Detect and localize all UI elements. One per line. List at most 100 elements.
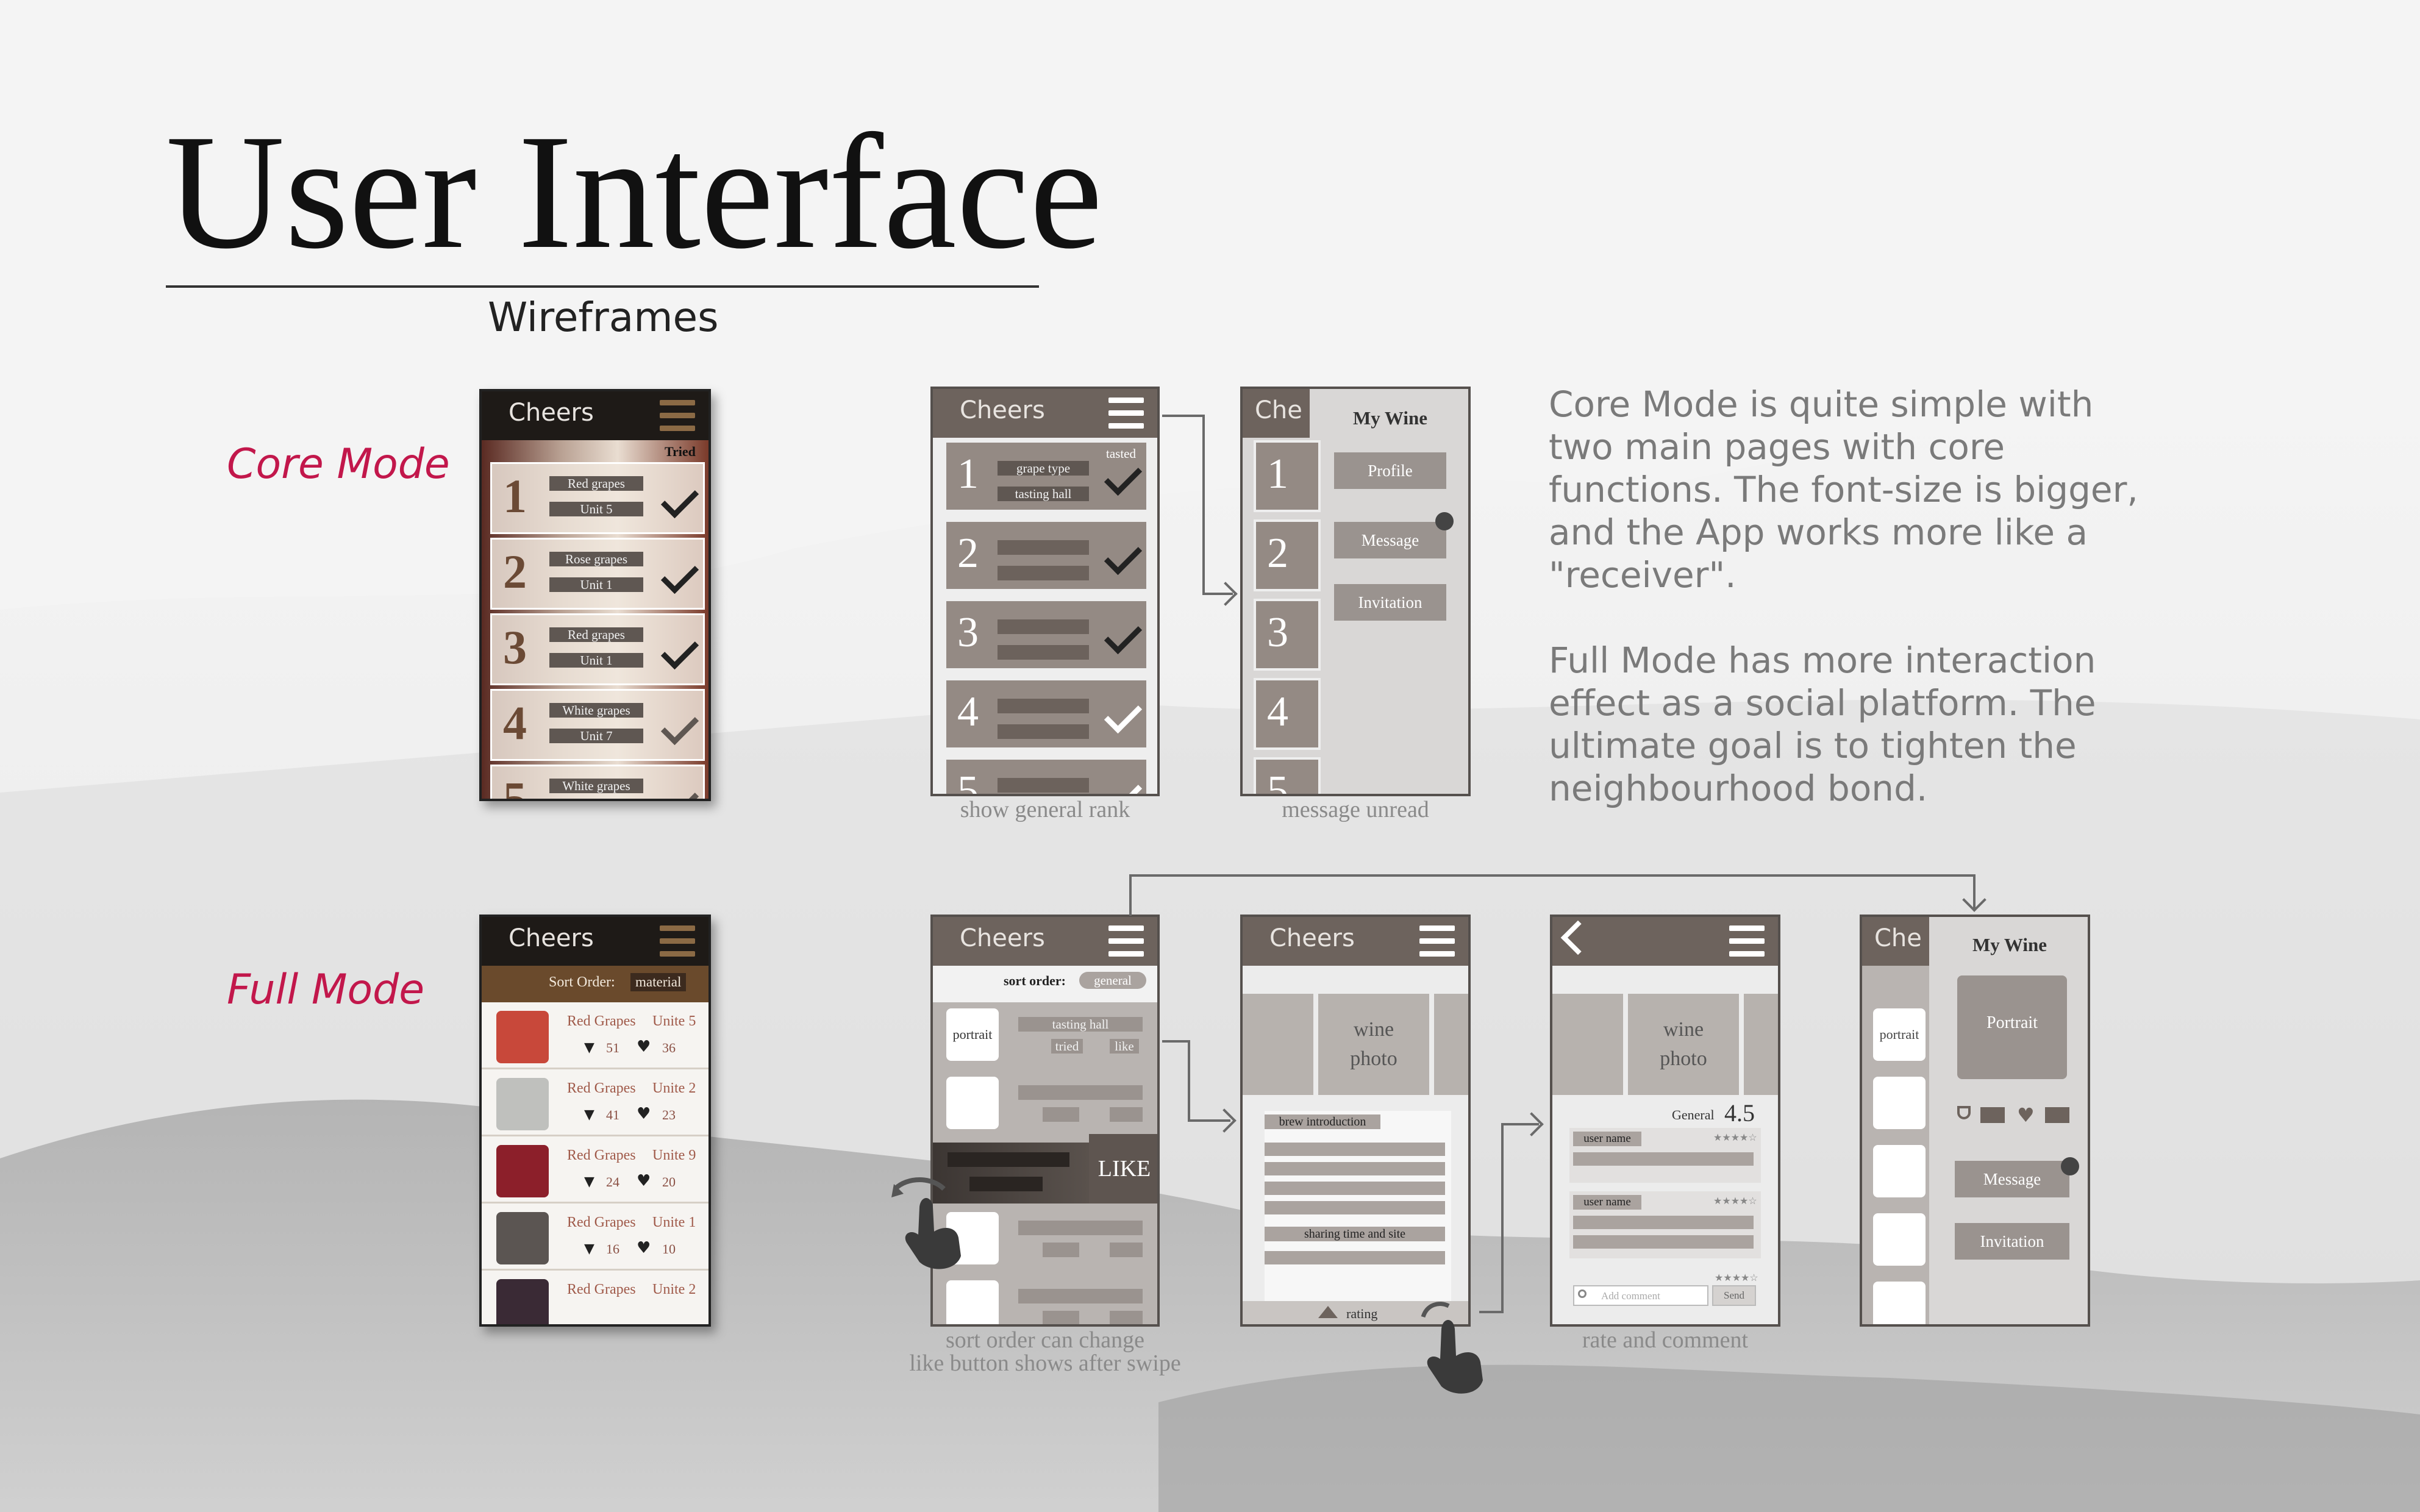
rank-row: 3 (1254, 599, 1321, 671)
my-wine-heading: My Wine (1972, 934, 2047, 955)
grape-label: Rose grapes (549, 552, 643, 566)
app-header (1552, 917, 1778, 966)
rank-number: 2 (503, 545, 527, 598)
rank-row[interactable]: 1 grape type tasting hall tasted (944, 440, 1149, 512)
like-button[interactable]: LIKE (1089, 1134, 1157, 1204)
rank-number: 2 (1267, 530, 1288, 577)
rank-row[interactable]: 3 Red grapes Unit 1 (490, 613, 705, 685)
text-line (1265, 1251, 1445, 1264)
like-count: 36 (662, 1040, 676, 1055)
check-icon (1104, 457, 1143, 496)
comment-caption: rate and comment (1582, 1327, 1749, 1353)
list-item[interactable]: Red Grapes Unite 2 ▼ 41 ♥ 23 (482, 1069, 709, 1136)
flow-arrow (1202, 415, 1205, 595)
rank-row[interactable]: 2 Rose grapes Unit 1 (490, 538, 705, 610)
menu-icon[interactable] (1729, 925, 1765, 957)
placeholder-bar (948, 1152, 1069, 1167)
rank-row: 1 (1254, 440, 1321, 512)
heart-icon: ♥ (2017, 1104, 2035, 1127)
placeholder-bar (1043, 1311, 1079, 1324)
grape-label: Red grapes (549, 627, 643, 642)
profile-wireframe: Che portrait My Wine Portrait ♥ Message … (1860, 915, 2090, 1327)
description-line: functions. The font-size is bigger, (1549, 469, 2138, 510)
avatar (496, 1078, 549, 1130)
stars-rating: ★★★★☆ (1713, 1195, 1757, 1207)
heart-icon[interactable]: ♥ (637, 1172, 651, 1190)
tried-label: Tried (665, 444, 696, 459)
heart-icon[interactable]: ♥ (637, 1105, 651, 1123)
rank-row[interactable]: 4 White grapes Unit 7 (490, 689, 705, 761)
portrait-thumb (1873, 1077, 1926, 1129)
flow-arrow (1129, 874, 1976, 877)
unit-label: Unite 9 (652, 1147, 696, 1163)
menu-icon[interactable] (1108, 925, 1144, 957)
rate-comment-wireframe: wine photo General 4.5 user name ★★★★☆ u… (1550, 915, 1780, 1327)
profile-button[interactable]: Profile (1334, 452, 1446, 489)
tasted-label: tasted (1106, 446, 1136, 461)
rank-row[interactable]: 5 White grapes (490, 765, 705, 799)
stat-bar (1980, 1107, 2005, 1123)
unit-label: Unit 7 (549, 729, 643, 743)
rank-row[interactable]: 3 (944, 599, 1149, 671)
grape-name: Red Grapes (567, 1282, 636, 1297)
app-header: Cheers (1243, 917, 1468, 966)
my-wine-heading: My Wine (1352, 407, 1427, 429)
menu-icon[interactable] (1419, 925, 1455, 957)
rank-number: 1 (957, 451, 979, 497)
sort-value[interactable]: general (1079, 972, 1146, 989)
message-button[interactable]: Message (1955, 1161, 2069, 1197)
grape-label: White grapes (549, 779, 643, 793)
side-menu: My Wine Profile Message Invitation (1310, 389, 1468, 794)
stars-input[interactable]: ★★★★☆ (1715, 1272, 1758, 1283)
wine-glass-icon: ▼ (584, 1241, 594, 1257)
menu-icon[interactable] (660, 400, 695, 432)
description-line: Full Mode has more interaction (1549, 640, 2096, 681)
message-button[interactable]: Message (1334, 522, 1446, 558)
tasting-hall-label: tasting hall (1018, 1017, 1143, 1032)
unit-label: Unit 1 (549, 653, 643, 668)
placeholder-bar (998, 645, 1089, 660)
placeholder-bar (1110, 1311, 1143, 1324)
list-item[interactable]: Red Grapes Unite 2 (482, 1271, 709, 1324)
core-mode-description: Core Mode is quite simple with two main … (1549, 383, 2171, 596)
invitation-button[interactable]: Invitation (1334, 584, 1446, 621)
like-label: like (1110, 1039, 1139, 1054)
comment-input[interactable]: Add comment (1573, 1285, 1708, 1306)
sort-bar: Sort Order: material (482, 966, 709, 1002)
portrait-thumb (946, 1077, 999, 1129)
check-icon (660, 707, 699, 746)
unit-label: Unite 1 (652, 1214, 696, 1230)
glass-count: 51 (606, 1040, 619, 1055)
app-title: Cheers (960, 396, 1045, 424)
general-label: General (1672, 1107, 1715, 1122)
send-button[interactable]: Send (1712, 1285, 1756, 1306)
rank-row[interactable]: 4 (944, 678, 1149, 750)
heart-icon[interactable]: ♥ (637, 1239, 651, 1257)
placeholder-bar (998, 778, 1089, 793)
wine-photo[interactable]: wine photo (1318, 994, 1429, 1095)
app-header: Cheers (482, 917, 709, 966)
swipe-hand-icon (891, 1177, 961, 1269)
grape-name: Red Grapes (567, 1013, 636, 1029)
menu-icon[interactable] (660, 925, 695, 957)
menu-icon[interactable] (1108, 398, 1144, 429)
heart-icon[interactable]: ♥ (637, 1038, 651, 1056)
flow-arrow (1479, 1311, 1504, 1313)
wine-photo[interactable]: wine photo (1628, 994, 1739, 1095)
user-name: user name (1573, 1132, 1641, 1146)
portrait-photo[interactable]: Portrait (1957, 975, 2067, 1079)
invitation-button[interactable]: Invitation (1955, 1223, 2069, 1260)
text-line (1573, 1152, 1754, 1166)
list-item[interactable]: Red Grapes Unite 9 ▼ 24 ♥ 20 (482, 1136, 709, 1204)
list-item[interactable]: Red Grapes Unite 5 ▼ 51 ♥ 36 (482, 1002, 709, 1069)
sort-value[interactable]: material (630, 973, 687, 991)
back-icon[interactable] (1560, 920, 1596, 955)
text-line (1265, 1182, 1445, 1195)
rank-row[interactable]: 1 Red grapes Unit 5 (490, 462, 705, 534)
list-item[interactable]: Red Grapes Unite 1 ▼ 16 ♥ 10 (482, 1204, 709, 1271)
grape-label: White grapes (549, 703, 643, 718)
like-count: 20 (662, 1174, 676, 1189)
wine-detail-wireframe: Cheers wine photo brew introduction shar… (1240, 915, 1471, 1327)
rank-row[interactable]: 2 (944, 519, 1149, 591)
rank-row[interactable]: 5 (944, 757, 1149, 794)
